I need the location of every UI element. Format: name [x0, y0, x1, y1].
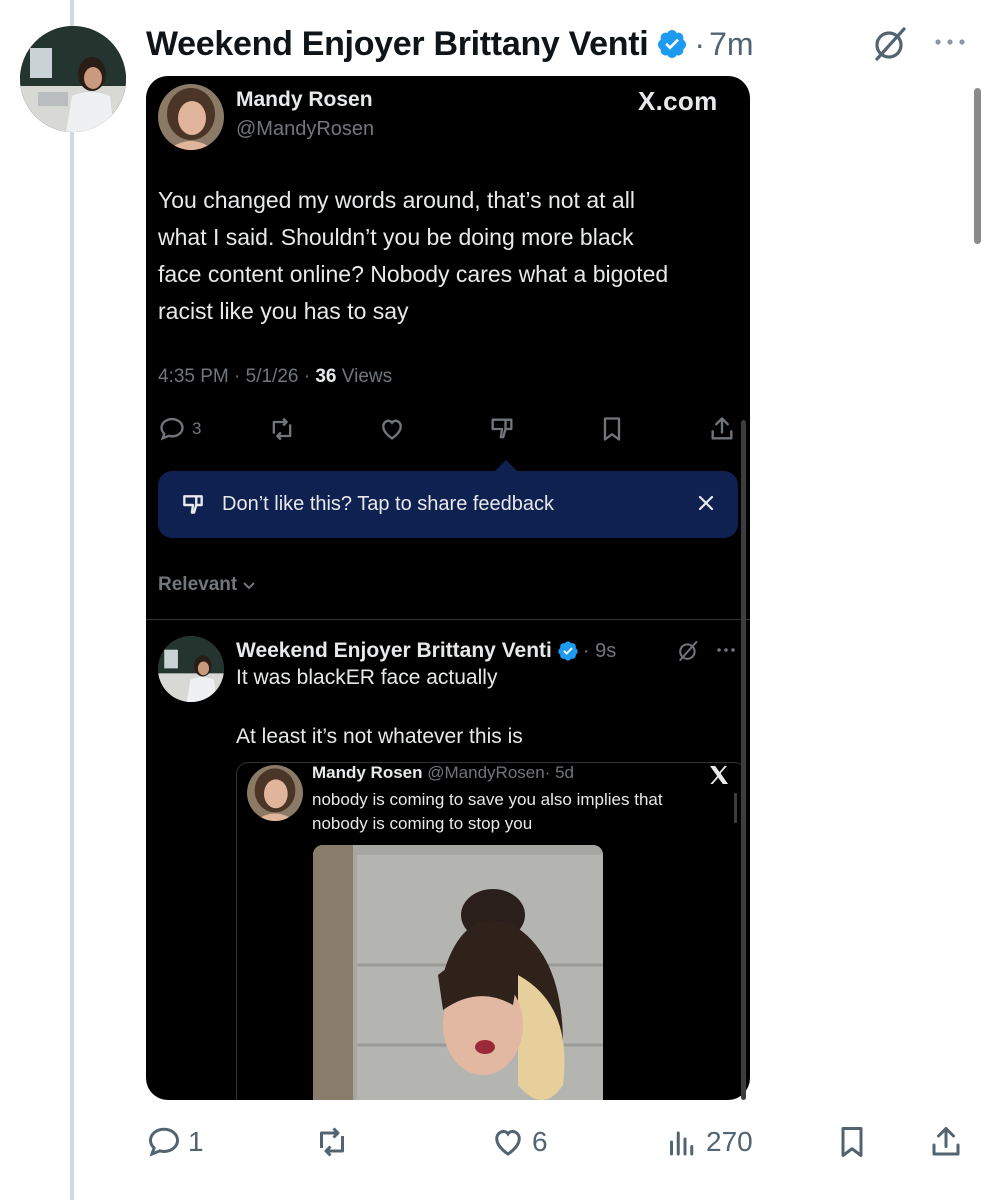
reply-timestamp: · 9s [582, 639, 617, 662]
bookmark-button[interactable] [834, 1120, 870, 1164]
share-button[interactable] [928, 1120, 964, 1164]
embedded-author-handle: @MandyRosen [427, 763, 545, 782]
screenshot-image[interactable]: Mandy Rosen @MandyRosen X.com You change… [146, 76, 750, 1100]
author-name[interactable]: Weekend Enjoyer Brittany Venti [146, 25, 649, 64]
grok-icon[interactable] [870, 24, 910, 64]
sort-label: Relevant [158, 574, 238, 595]
embedded-text-line: nobody is coming to save you also implie… [312, 790, 663, 809]
reply-icon [148, 1127, 180, 1157]
quoted-author-handle: @MandyRosen [236, 118, 375, 140]
repost-icon [272, 417, 292, 441]
bookmark-icon [603, 417, 621, 441]
share-icon [711, 417, 733, 440]
quoted-repost-button [268, 412, 296, 446]
verified-badge-icon [558, 641, 578, 661]
quoted-views-count: 36 [315, 366, 337, 387]
xcom-logo: X.com [638, 86, 718, 116]
repost-icon [320, 1127, 344, 1157]
more-options-icon [717, 648, 735, 652]
timestamp[interactable]: 7m [709, 26, 753, 63]
quoted-dislike-button [488, 412, 516, 446]
thread-line [70, 0, 74, 1200]
divider [146, 619, 750, 620]
separator: · [694, 25, 706, 62]
quoted-author-name: Mandy Rosen [236, 88, 373, 111]
embedded-scrollbar [734, 793, 737, 823]
embedded-timestamp: · 5d [544, 763, 574, 782]
sort-selector: Relevant [158, 574, 257, 596]
repost-button[interactable] [314, 1120, 350, 1164]
embedded-media-image [313, 845, 603, 1100]
analytics-icon [670, 1131, 694, 1156]
quoted-action-bar: 3 [158, 412, 740, 446]
embedded-text-line: nobody is coming to stop you [312, 814, 533, 833]
views-count: 270 [706, 1126, 753, 1157]
quoted-avatar-image [158, 84, 224, 150]
reply-text: At least it’s not whatever this is [236, 725, 523, 748]
views-button[interactable]: 270 [664, 1120, 753, 1164]
embedded-avatar-image [247, 765, 303, 821]
thumbs-down-icon [491, 418, 513, 439]
quoted-reply-count: 3 [192, 419, 202, 438]
avatar[interactable] [20, 26, 126, 132]
post-header: Weekend Enjoyer Brittany Venti · 7m [146, 22, 754, 66]
chevron-down-icon [243, 582, 255, 590]
more-options-icon[interactable] [930, 28, 970, 56]
close-icon [698, 495, 714, 511]
reply-avatar [158, 636, 224, 702]
bookmark-icon [841, 1127, 863, 1157]
feedback-tooltip-text: Don’t like this? Tap to share feedback [222, 493, 555, 515]
action-bar: 1 6 270 [146, 1120, 976, 1164]
x-logo-icon [710, 766, 728, 784]
quoted-avatar [158, 84, 224, 150]
verified-badge-icon [658, 30, 687, 58]
embedded-header: Mandy Rosen @MandyRosen· 5d [312, 763, 574, 783]
quoted-text-line: face content online? Nobody cares what a… [158, 261, 669, 287]
embedded-avatar [247, 765, 303, 821]
quoted-reply-button: 3 [158, 412, 201, 446]
card-scrollbar [741, 420, 746, 1100]
reply-author-name: Weekend Enjoyer Brittany Venti [236, 639, 552, 662]
heart-icon [382, 419, 402, 440]
page-scrollbar[interactable] [974, 88, 981, 244]
reply-count: 1 [188, 1126, 204, 1157]
embedded-quote: Mandy Rosen @MandyRosen· 5d nobody is co… [236, 762, 746, 1100]
share-icon [932, 1127, 960, 1156]
feedback-tooltip: Don’t like this? Tap to share feedback [158, 471, 738, 538]
reply-header: Weekend Enjoyer Brittany Venti · 9s [236, 636, 616, 666]
thumbs-down-icon [183, 494, 203, 514]
like-button[interactable]: 6 [490, 1120, 548, 1164]
grok-icon [679, 640, 698, 662]
quoted-bookmark-button [598, 412, 626, 446]
reply-icon [160, 417, 184, 441]
quoted-post-meta: 4:35 PM · 5/1/26 · 36 Views [158, 366, 392, 388]
reply-text: It was blackER face actually [236, 666, 498, 689]
reply-button[interactable]: 1 [146, 1120, 204, 1164]
avatar-image [20, 26, 126, 132]
embedded-photo [313, 845, 603, 1100]
quoted-text-line: You changed my words around, that’s not … [158, 187, 635, 213]
like-count: 6 [532, 1126, 548, 1157]
quoted-text-line: racist like you has to say [158, 298, 409, 324]
quoted-share-button [708, 412, 736, 446]
embedded-author-name: Mandy Rosen [312, 763, 423, 782]
reply-avatar-image [158, 636, 224, 702]
quoted-text-line: what I said. Shouldn’t you be doing more… [158, 224, 634, 250]
quoted-post-text: You changed my words around, that’s not … [158, 182, 738, 330]
embedded-text: nobody is coming to save you also implie… [312, 788, 732, 836]
quoted-like-button [378, 412, 406, 446]
quoted-views-label: Views [336, 366, 393, 387]
quoted-timestamp: 4:35 PM · 5/1/26 · [158, 366, 316, 387]
heart-icon [495, 1129, 521, 1156]
